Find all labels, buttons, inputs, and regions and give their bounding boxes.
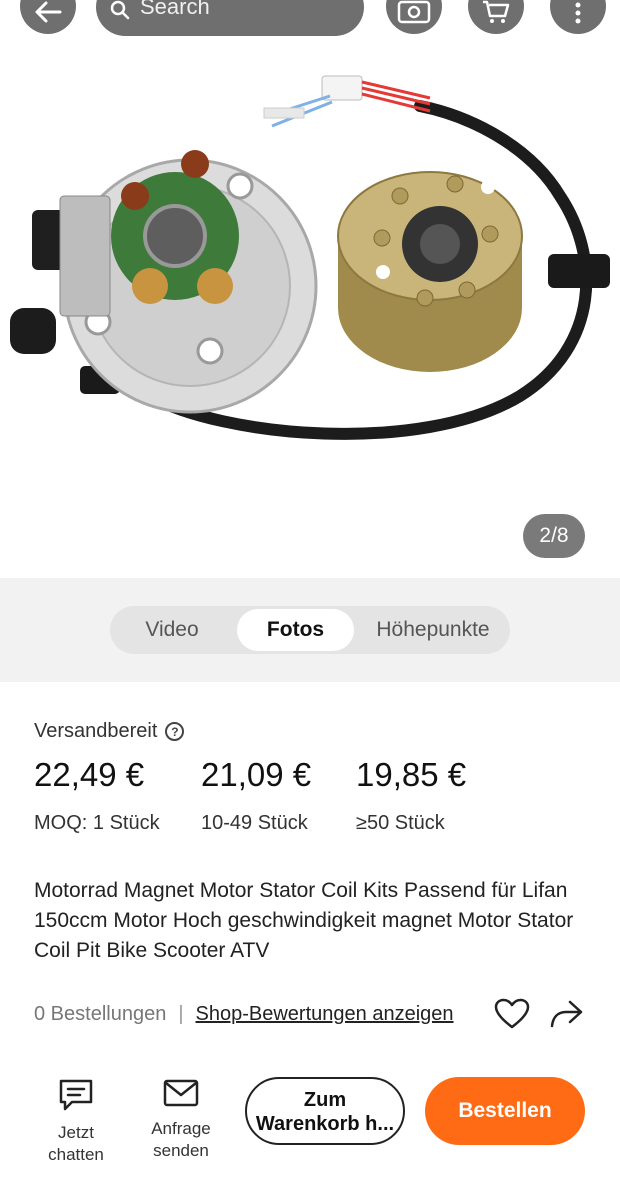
camera-icon: [397, 0, 431, 24]
price-tier: 19,85 € ≥50 Stück: [356, 756, 466, 835]
product-image-gallery[interactable]: 2/8: [0, 36, 620, 578]
bottom-action-bar: Jetzt chatten Anfrage senden Zum Warenko…: [0, 1060, 620, 1200]
shipping-status: Versandbereit ?: [34, 720, 185, 743]
tier-price: 22,49 €: [34, 756, 145, 793]
product-title: Motorrad Magnet Motor Stator Coil Kits P…: [34, 879, 574, 962]
back-button[interactable]: [20, 0, 76, 34]
tier-price: 19,85 €: [356, 756, 467, 793]
search-placeholder: Search: [140, 0, 210, 19]
shipping-status-label: Versandbereit: [34, 720, 158, 742]
mail-icon: [163, 1079, 199, 1107]
chat-icon: [59, 1079, 93, 1111]
cart-label-line2: Warenkorb h...: [255, 1113, 395, 1135]
media-tabs-section: Video Fotos Höhepunkte: [0, 578, 620, 682]
product-detail-page: Search 2/8 Video Fotos Höhepunkte Versan…: [0, 0, 620, 1200]
tab-video[interactable]: Video: [114, 609, 230, 651]
back-arrow-icon: [35, 1, 62, 23]
cart-icon: [483, 0, 510, 23]
order-button[interactable]: Bestellen: [425, 1077, 585, 1145]
product-meta-row: 0 Bestellungen | Shop-Bewertungen anzeig…: [34, 998, 594, 1030]
order-count: 0 Bestellungen: [34, 1002, 167, 1025]
tier-price: 21,09 €: [201, 756, 312, 793]
add-to-cart-button[interactable]: Zum Warenkorb h...: [245, 1077, 405, 1145]
price-tier: 22,49 € MOQ: 1 Stück: [34, 756, 160, 835]
product-image: [10, 75, 610, 440]
tier-quantity: ≥50 Stück: [356, 812, 445, 834]
more-icon: [575, 2, 581, 24]
price-tier: 21,09 € 10-49 Stück: [201, 756, 311, 835]
cart-button[interactable]: [468, 0, 524, 34]
inquiry-label-line1: Anfrage: [151, 1119, 211, 1138]
more-options-button[interactable]: [550, 0, 606, 34]
image-counter: 2/8: [523, 514, 585, 558]
search-input[interactable]: Search: [96, 0, 364, 36]
heart-icon[interactable]: [494, 998, 530, 1030]
image-search-button[interactable]: [386, 0, 442, 34]
chat-label-line1: Jetzt: [58, 1123, 94, 1142]
media-tabs: Video Fotos Höhepunkte: [110, 606, 510, 654]
shop-reviews-link[interactable]: Shop-Bewertungen anzeigen: [196, 1003, 454, 1026]
chat-label-line2: chatten: [48, 1145, 104, 1164]
chat-now-button[interactable]: Jetzt chatten: [31, 1078, 121, 1166]
tier-quantity: 10-49 Stück: [201, 812, 308, 834]
tab-fotos[interactable]: Fotos: [237, 609, 354, 651]
search-icon: [110, 0, 130, 20]
tier-quantity: MOQ: 1 Stück: [34, 812, 160, 834]
inquiry-label-line2: senden: [153, 1141, 209, 1160]
tab-highlights[interactable]: Höhepunkte: [360, 609, 506, 651]
cart-label-line1: Zum: [303, 1089, 347, 1111]
share-icon[interactable]: [548, 998, 584, 1030]
divider: |: [178, 1002, 184, 1025]
help-icon[interactable]: ?: [165, 722, 185, 741]
send-inquiry-button[interactable]: Anfrage senden: [136, 1078, 226, 1162]
